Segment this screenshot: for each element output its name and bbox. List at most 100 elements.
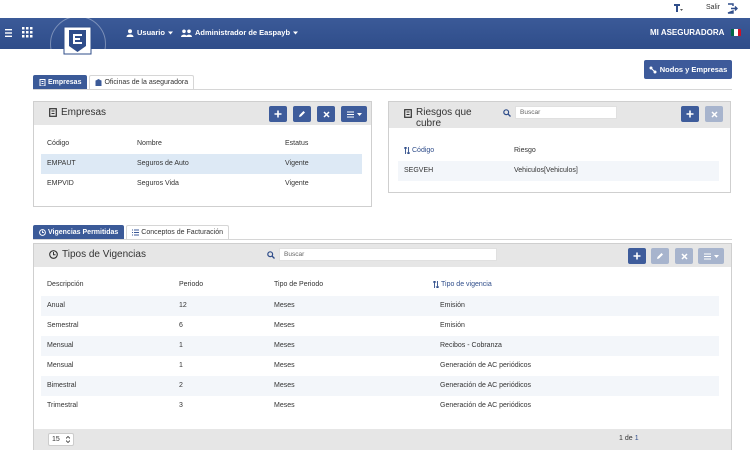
- top-bar: Salir: [0, 0, 750, 18]
- building-icon: [49, 108, 57, 117]
- vigencia-periodo: 1: [179, 362, 183, 369]
- vigencias-title: Tipos de Vigencias: [49, 249, 146, 260]
- page-total-link[interactable]: 1: [635, 435, 639, 442]
- tab-oficinas[interactable]: Oficinas de la aseguradora: [89, 75, 195, 89]
- vigencia-periodo: 6: [179, 322, 183, 329]
- vigencia-tipo: Generación de AC periódicos: [440, 382, 532, 389]
- office-icon: [95, 79, 103, 86]
- apps-grid-icon[interactable]: [22, 27, 33, 38]
- empresas-title: Empresas: [49, 107, 106, 118]
- table-row[interactable]: EMPVID Seguros Vida Vigente: [41, 174, 362, 194]
- table-row[interactable]: Mensual 1 Meses Generación de AC periódi…: [41, 356, 719, 376]
- brand-name: MI ASEGURADORA: [650, 28, 725, 37]
- vigencias-search: Buscar: [267, 248, 497, 261]
- table-row[interactable]: Trimestral 3 Meses Generación de AC peri…: [41, 396, 719, 416]
- vigencia-descripcion: Bimestral: [47, 382, 77, 389]
- delete-vigencia-button[interactable]: [675, 248, 693, 264]
- vigencias-col-descripcion[interactable]: Descripción: [47, 281, 84, 288]
- vigencias-col-periodo[interactable]: Periodo: [179, 281, 203, 288]
- riesgos-title-line2: cubre: [416, 118, 442, 129]
- vigencia-tipo: Recibos - Cobranza: [440, 342, 502, 349]
- vigencias-col-tipo-periodo[interactable]: Tipo de Periodo: [274, 281, 323, 288]
- table-row[interactable]: SEGVEH Vehiculos[Vehiculos]: [398, 161, 719, 181]
- tab-vigencias[interactable]: Vigencias Permitidas: [33, 225, 125, 239]
- tab-conceptos[interactable]: Conceptos de Facturación: [126, 225, 230, 239]
- empresas-col-codigo[interactable]: Código: [47, 140, 69, 147]
- table-row[interactable]: Bimestral 2 Meses Generación de AC perió…: [41, 376, 719, 396]
- updown-chevron-icon: [66, 436, 70, 443]
- vigencias-footer: 15 1 de 1: [34, 429, 731, 450]
- vigencias-title-text: Tipos de Vigencias: [62, 249, 146, 260]
- delete-riesgo-button[interactable]: [705, 106, 723, 122]
- riesgos-title-text: Riesgos que cubre: [416, 107, 472, 129]
- empresa-nombre: Seguros de Auto: [137, 160, 189, 167]
- vigencia-descripcion: Trimestral: [47, 402, 78, 409]
- riesgos-col-riesgo[interactable]: Riesgo: [514, 147, 536, 154]
- usuario-menu[interactable]: Usuario: [126, 28, 173, 37]
- empresa-codigo: EMPAUT: [47, 160, 76, 167]
- vigencias-search-input[interactable]: Buscar: [279, 248, 497, 261]
- vigencia-options-button[interactable]: [698, 248, 724, 264]
- mexico-flag-icon[interactable]: [731, 29, 741, 36]
- plus-icon: [274, 110, 282, 118]
- riesgos-title-line1: Riesgos que: [416, 107, 472, 118]
- search-icon: [503, 108, 511, 117]
- sort-icon: [433, 281, 439, 288]
- users-group-icon: [181, 29, 192, 37]
- delete-empresa-button[interactable]: [317, 106, 335, 122]
- building-icon: [39, 79, 46, 86]
- administrador-menu[interactable]: Administrador de Easpayb: [181, 28, 299, 37]
- close-icon: [322, 110, 330, 118]
- page-size-select[interactable]: 15: [48, 433, 74, 446]
- vigencias-col-tipo-vigencia[interactable]: Tipo de vigencia: [433, 281, 492, 288]
- vigencia-tipo: Emisión: [440, 302, 465, 309]
- add-vigencia-button[interactable]: [628, 248, 646, 264]
- top-tabs: Empresas Oficinas de la aseguradora: [33, 75, 196, 89]
- bottom-tabs-divider: [33, 239, 732, 240]
- empresas-col-estatus[interactable]: Estatus: [285, 140, 308, 147]
- vigencia-periodo: 1: [179, 342, 183, 349]
- tab-empresas[interactable]: Empresas: [33, 75, 88, 89]
- hamburger-menu-icon[interactable]: [5, 28, 15, 38]
- empresas-col-nombre[interactable]: Nombre: [137, 140, 162, 147]
- riesgos-col-codigo[interactable]: Código: [404, 147, 434, 154]
- close-icon: [710, 110, 718, 118]
- empresa-nombre: Seguros Vida: [137, 180, 179, 187]
- sort-icon: [404, 147, 410, 154]
- vigencia-tipo: Generación de AC periódicos: [440, 362, 532, 369]
- table-row[interactable]: Mensual 1 Meses Recibos - Cobranza: [41, 336, 719, 356]
- notification-icon[interactable]: [673, 3, 683, 14]
- clock-icon: [39, 229, 46, 236]
- table-row[interactable]: EMPAUT Seguros de Auto Vigente: [41, 154, 362, 174]
- page-of-label: de: [624, 435, 633, 442]
- vigencia-tipo-periodo: Meses: [274, 342, 295, 349]
- company-logo[interactable]: [62, 25, 93, 56]
- riesgos-search: Buscar: [503, 106, 617, 119]
- riesgos-search-input[interactable]: Buscar: [515, 106, 617, 119]
- empresas-panel-header: Empresas: [34, 102, 371, 125]
- clock-icon: [49, 250, 58, 259]
- plus-icon: [686, 110, 694, 118]
- empresa-estatus: Vigente: [285, 180, 309, 187]
- empresa-options-button[interactable]: [341, 106, 367, 122]
- edit-vigencia-button[interactable]: [651, 248, 669, 264]
- table-row[interactable]: Anual 12 Meses Emisión: [41, 296, 719, 316]
- add-empresa-button[interactable]: [269, 106, 287, 122]
- table-row[interactable]: Semestral 6 Meses Emisión: [41, 316, 719, 336]
- usuario-label: Usuario: [137, 28, 165, 37]
- riesgo-codigo: SEGVEH: [404, 167, 434, 174]
- vigencia-tipo-periodo: Meses: [274, 402, 295, 409]
- add-riesgo-button[interactable]: [681, 106, 699, 122]
- empresa-codigo: EMPVID: [47, 180, 74, 187]
- vigencia-periodo: 3: [179, 402, 183, 409]
- vigencia-tipo-periodo: Meses: [274, 302, 295, 309]
- top-tabs-divider: [33, 89, 732, 90]
- edit-empresa-button[interactable]: [293, 106, 311, 122]
- bottom-tabs: Vigencias Permitidas Conceptos de Factur…: [33, 225, 231, 239]
- building-icon: [404, 109, 412, 118]
- page-current: 1: [619, 435, 623, 442]
- nodos-empresas-button[interactable]: Nodos y Empresas: [644, 60, 732, 79]
- salir-label[interactable]: Salir: [706, 4, 720, 11]
- exit-icon[interactable]: [727, 3, 738, 14]
- vigencia-periodo: 12: [179, 302, 187, 309]
